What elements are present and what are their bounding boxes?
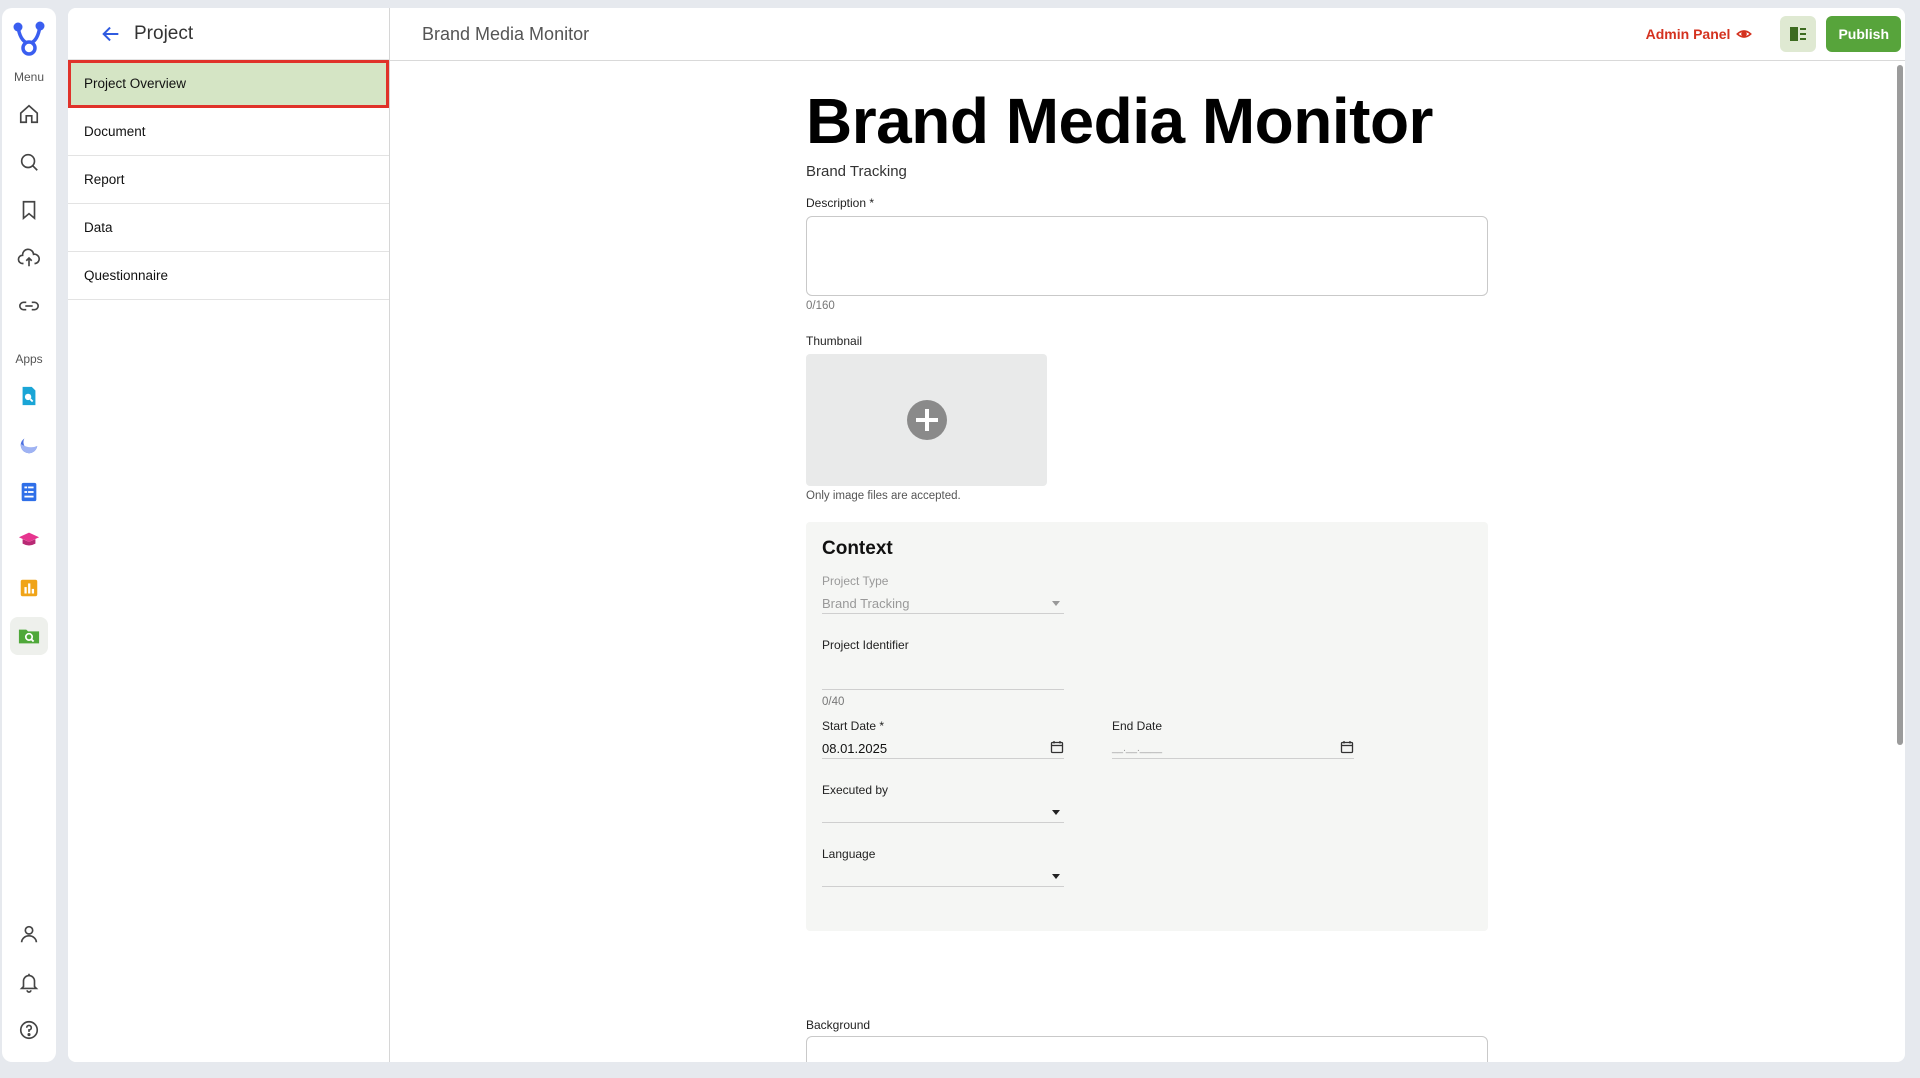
end-date-label: End Date xyxy=(1112,719,1163,733)
panel-toggle-button[interactable] xyxy=(1780,16,1817,52)
calendar-icon[interactable] xyxy=(1340,740,1354,757)
top-bar: Brand Media Monitor Admin Panel Publish xyxy=(390,8,1905,61)
menu-section-label: Menu xyxy=(13,70,45,84)
description-field[interactable] xyxy=(806,216,1488,296)
chevron-down-icon xyxy=(1052,810,1060,815)
project-type-select[interactable]: Project Type Brand Tracking xyxy=(822,574,1064,614)
link-icon[interactable] xyxy=(10,287,48,325)
scrollbar[interactable] xyxy=(1897,65,1903,745)
main-card: Project Project Overview Document Report… xyxy=(68,8,1905,1062)
add-icon xyxy=(906,400,947,440)
app-logo[interactable] xyxy=(7,16,51,60)
thumbnail-upload[interactable] xyxy=(806,354,1047,486)
subnav-item-label: Document xyxy=(84,124,146,139)
description-counter: 0/160 xyxy=(806,300,835,312)
description-label: Description * xyxy=(806,196,875,210)
subnav-item-project-overview[interactable]: Project Overview xyxy=(68,60,389,108)
page-title: Brand Media Monitor xyxy=(806,85,1433,157)
subnav-item-report[interactable]: Report xyxy=(68,156,389,204)
project-identifier-field[interactable]: Project Identifier 0/40 xyxy=(822,638,1064,708)
subnav-item-data[interactable]: Data xyxy=(68,204,389,252)
project-identifier-counter: 0/40 xyxy=(822,696,845,708)
graduation-app-icon[interactable] xyxy=(10,521,48,559)
search-icon[interactable] xyxy=(10,143,48,181)
context-heading: Context xyxy=(822,538,893,559)
subnav-header[interactable]: Project xyxy=(68,8,389,60)
folder-search-app-icon[interactable] xyxy=(10,617,48,655)
subnav-title: Project xyxy=(134,22,194,44)
publish-button[interactable]: Publish xyxy=(1826,16,1901,52)
project-overview-content: Brand Media Monitor Brand Tracking Descr… xyxy=(390,61,1905,1062)
apps-section-label: Apps xyxy=(15,352,43,366)
start-date-label: Start Date * xyxy=(822,719,885,733)
calendar-icon[interactable] xyxy=(1050,740,1064,757)
app-rail: Menu Apps xyxy=(2,8,56,1062)
thumbnail-label: Thumbnail xyxy=(806,334,863,348)
page-subtitle: Brand Tracking xyxy=(806,163,907,180)
executed-by-label: Executed by xyxy=(822,783,889,797)
doc-search-app-icon[interactable] xyxy=(10,377,48,415)
bookmark-icon[interactable] xyxy=(10,191,48,229)
background-label: Background xyxy=(806,1018,871,1032)
language-label: Language xyxy=(822,847,876,861)
eye-icon xyxy=(1736,26,1753,42)
home-icon[interactable] xyxy=(10,95,48,133)
help-icon[interactable] xyxy=(10,1011,48,1049)
topbar-title: Brand Media Monitor xyxy=(422,23,590,44)
start-date-field[interactable]: Start Date * 08.01.2025 xyxy=(822,719,1064,759)
end-date-field[interactable]: End Date __.__.____ xyxy=(1112,719,1354,759)
admin-panel-label: Admin Panel xyxy=(1645,26,1731,42)
form-app-icon[interactable] xyxy=(10,473,48,511)
back-arrow-icon[interactable] xyxy=(100,23,122,45)
admin-panel-link[interactable]: Admin Panel xyxy=(1646,26,1753,42)
chevron-down-icon xyxy=(1052,601,1060,606)
bell-icon[interactable] xyxy=(10,963,48,1001)
subnav-item-questionnaire[interactable]: Questionnaire xyxy=(68,252,389,300)
executed-by-select[interactable]: Executed by xyxy=(822,783,1064,823)
language-select[interactable]: Language xyxy=(822,847,1064,887)
subnav-item-label: Data xyxy=(84,220,113,235)
background-field[interactable] xyxy=(806,1036,1488,1062)
subnav-item-document[interactable]: Document xyxy=(68,108,389,156)
start-date-value: 08.01.2025 xyxy=(822,741,888,756)
thumbnail-hint: Only image files are accepted. xyxy=(806,490,961,502)
subnav-item-label: Project Overview xyxy=(84,76,187,91)
cloud-upload-icon[interactable] xyxy=(10,239,48,277)
project-identifier-label: Project Identifier xyxy=(822,638,909,652)
context-section: Context Project Type Brand Tracking Proj… xyxy=(806,522,1488,931)
project-type-value: Brand Tracking xyxy=(822,596,910,611)
bar-chart-app-icon[interactable] xyxy=(10,569,48,607)
project-form: Brand Media Monitor Brand Tracking Descr… xyxy=(806,85,1488,931)
chevron-down-icon xyxy=(1052,874,1060,879)
moon-app-icon[interactable] xyxy=(10,425,48,463)
end-date-placeholder: __.__.____ xyxy=(1112,743,1163,754)
project-subnav: Project Project Overview Document Report… xyxy=(68,8,390,1062)
subnav-item-label: Report xyxy=(84,172,125,187)
subnav-item-label: Questionnaire xyxy=(84,268,169,283)
project-type-label: Project Type xyxy=(822,574,889,588)
side-panel-icon xyxy=(1790,27,1807,41)
user-icon[interactable] xyxy=(10,915,48,953)
